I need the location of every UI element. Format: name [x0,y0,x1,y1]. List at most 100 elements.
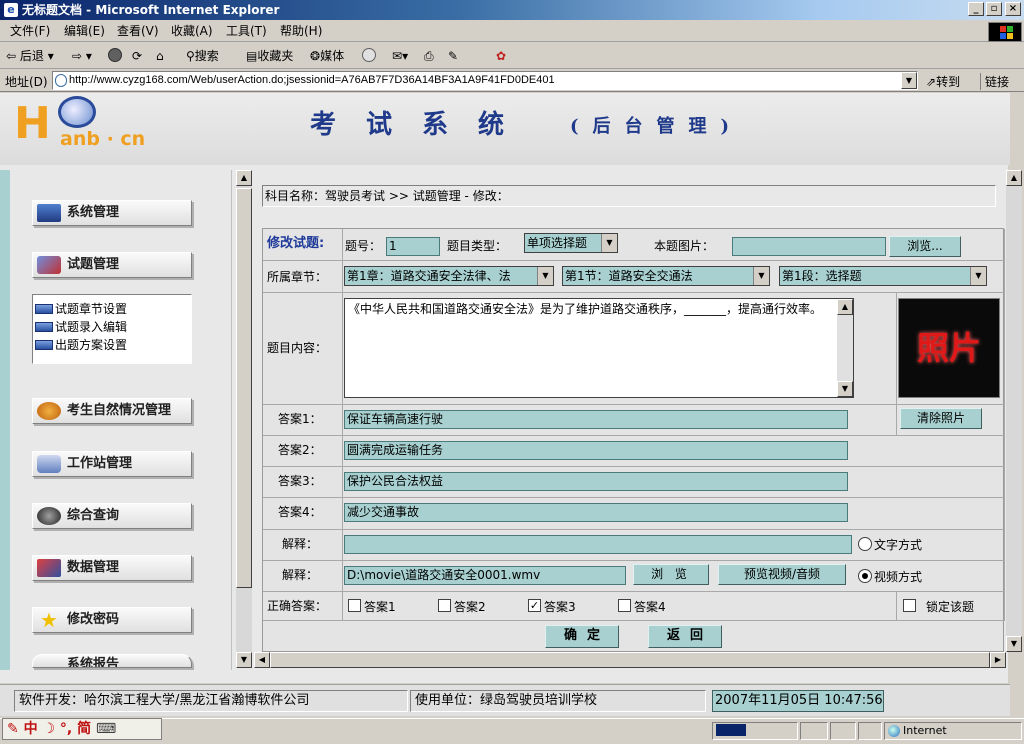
sidebar-item-query[interactable]: 综合查询 [32,503,192,529]
favorites-button[interactable]: ▤收藏夹 [246,48,293,64]
minimize-button[interactable]: _ [968,2,984,16]
globe-logo-icon [58,96,96,128]
content-label: 题目内容： [267,341,328,355]
explanation-text-input[interactable] [344,535,852,554]
menu-edit[interactable]: 编辑(E) [64,23,105,39]
frame-hscroll-thumb[interactable] [270,652,990,668]
person-icon [37,402,61,420]
internet-globe-icon [888,725,900,737]
go-button[interactable]: ⇗转到 [926,73,960,90]
edit-button[interactable]: ✎ [448,48,458,64]
section-select[interactable]: 第1节：道路安全交通法 ▼ [562,266,770,286]
sidebar-item-system[interactable]: 系统管理 [32,200,192,226]
menu-help[interactable]: 帮助(H) [280,23,322,39]
sidebar-item-questions[interactable]: 试题管理 [32,252,192,278]
media-button[interactable]: ❂媒体 [310,48,344,64]
menu-favorites[interactable]: 收藏(A) [171,23,213,39]
lock-question-checkbox[interactable] [903,599,916,612]
menu-file[interactable]: 文件(F) [10,23,50,39]
explanation-label: 解释： [282,537,319,551]
question-number-input[interactable]: 1 [386,237,440,256]
frame-scrollbar-thumb[interactable] [236,188,252,588]
confirm-button[interactable]: 确定 [545,625,619,648]
subitem-question-entry[interactable]: 试题录入编辑 [35,319,127,335]
question-image-label: 本题图片： [654,239,715,253]
search-button[interactable]: ⚲搜索 [186,48,219,64]
menu-tools[interactable]: 工具(T) [226,23,267,39]
scroll-left-button[interactable]: ◀ [254,652,270,668]
forward-button[interactable]: ⇨ ▾ [72,48,92,64]
sidebar-item-data[interactable]: 数据管理 [32,555,192,581]
chapter-label: 所属章节： [267,270,328,284]
print-button[interactable]: ⎙ [424,48,434,64]
scroll-right-button[interactable]: ▶ [990,652,1006,668]
scroll-up-button[interactable]: ▲ [236,170,252,186]
text-mode-radio[interactable] [858,537,872,551]
answer3-input[interactable]: 保护公民合法权益 [344,472,848,491]
back-form-button[interactable]: 返回 [648,625,722,648]
monitor-icon [35,340,53,350]
address-bar: 地址(D) http://www.cyzg168.com/Web/userAct… [0,70,1024,92]
chapter-select[interactable]: 第1章：道路交通安全法律、法 ▼ [344,266,554,286]
video-mode-label: 视频方式 [874,570,923,584]
links-button[interactable]: 链接 [980,73,1009,90]
textarea-scroll-down[interactable]: ▼ [837,381,853,397]
address-dropdown-button[interactable]: ▼ [901,72,917,89]
question-type-label: 题目类型： [447,239,508,253]
chevron-down-icon: ▼ [970,267,986,285]
answer4-checkbox[interactable] [618,599,631,612]
answer1-input[interactable]: 保证车辆高速行驶 [344,410,848,429]
answer3-checkbox-label: 答案3 [544,600,576,614]
video-mode-radio[interactable] [858,569,872,583]
question-type-select[interactable]: 单项选择题 ▼ [524,233,618,253]
question-content-textarea[interactable]: 《中华人民共和国道路交通安全法》是为了维护道路交通秩序，_______，提高通行… [344,298,854,398]
address-label: 地址(D) [5,75,48,89]
explanation-video-label: 解释： [282,568,319,582]
answer2-input[interactable]: 圆满完成运输任务 [344,441,848,460]
chevron-down-icon: ▼ [537,267,553,285]
content-scroll-up-button[interactable]: ▲ [1006,170,1022,186]
answer1-checkbox[interactable] [348,599,361,612]
monitor-icon [35,304,53,314]
stop-button[interactable] [108,48,124,64]
refresh-button[interactable]: ⟳ [132,48,142,64]
window-title-bar: e 无标题文档 - Microsoft Internet Explorer _ … [0,0,1024,20]
subitem-chapter-settings[interactable]: 试题章节设置 [35,301,127,317]
close-button[interactable]: × [1005,2,1021,16]
browse-image-button[interactable]: 浏览... [889,236,961,257]
home-button[interactable]: ⌂ [156,48,164,64]
menu-view[interactable]: 查看(V) [117,23,159,39]
sidebar-item-workstations[interactable]: 工作站管理 [32,451,192,477]
content-scrollbar-track[interactable] [1006,170,1022,652]
sidebar-item-examinees[interactable]: 考生自然情况管理 [32,398,192,424]
sidebar-item-report[interactable]: 系统报告 [32,654,192,668]
preview-media-button[interactable]: 预览视频/音频 [718,564,846,585]
answer2-checkbox[interactable] [438,599,451,612]
search-icon: ⚲ [186,49,195,63]
sidebar-item-password[interactable]: ★ 修改密码 [32,607,192,633]
messenger-button[interactable]: ✿ [496,48,506,64]
maximize-button[interactable]: ▫ [986,2,1002,16]
segment-select[interactable]: 第1段：选择题 ▼ [779,266,987,286]
scroll-down-button[interactable]: ▼ [236,652,252,668]
answer1-label: 答案1： [278,412,322,426]
history-button[interactable] [362,48,378,64]
video-path-input[interactable]: D:\movie\道路交通安全0001.wmv [344,566,626,585]
content-scroll-down-button[interactable]: ▼ [1006,636,1022,652]
answer4-input[interactable]: 减少交通事故 [344,503,848,522]
address-input[interactable]: http://www.cyzg168.com/Web/userAction.do… [52,71,918,90]
mail-button[interactable]: ✉▾ [392,48,408,64]
subitem-exam-plan[interactable]: 出题方案设置 [35,337,127,353]
back-button[interactable]: ⇦ 后退 ▾ [6,48,54,64]
ime-toolbar[interactable]: ✎ 中 ☽ °, 简 ⌨ [2,718,162,740]
magnifier-icon [37,507,61,525]
browse-video-button[interactable]: 浏 览 [633,564,709,585]
textarea-scroll-up[interactable]: ▲ [837,299,853,315]
textarea-scrollbar[interactable]: ▲ ▼ [837,299,853,397]
go-arrow-icon: ⇗ [926,75,937,89]
history-icon [362,48,376,62]
answer3-checkbox[interactable]: ✓ [528,599,541,612]
clear-photo-button[interactable]: 清除照片 [900,408,982,429]
question-image-input[interactable] [732,237,886,256]
lock-question-label: 锁定该题 [926,600,975,614]
